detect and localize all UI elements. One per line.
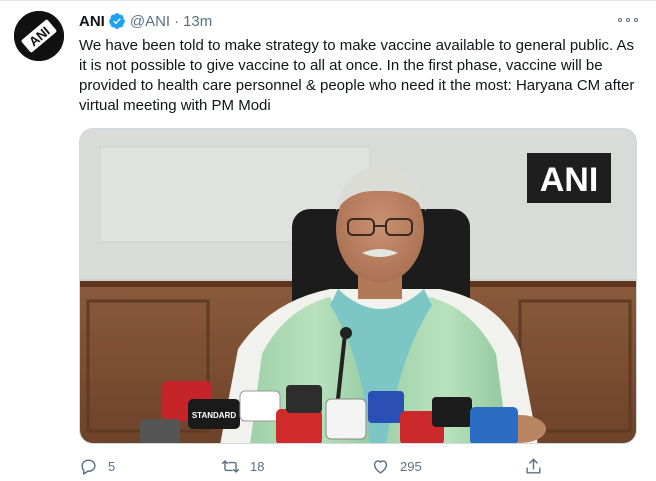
like-button[interactable]: 295 [371,457,422,476]
share-icon [526,458,541,474]
more-options-icon[interactable] [618,13,638,27]
ani-watermark: ANI [540,161,599,199]
tweet-actions: 5 18 295 [79,454,549,478]
tweet-card[interactable]: ANI ANI @ANI · 13m We have been told to … [0,0,656,481]
verified-badge-icon [108,12,126,30]
retweet-icon [221,459,240,473]
share-button[interactable] [524,457,543,476]
avatar[interactable]: ANI [14,11,64,61]
author-handle[interactable]: @ANI [130,13,170,30]
tweet-timestamp[interactable]: 13m [183,13,212,30]
retweet-count: 18 [250,458,265,474]
reply-icon [81,458,96,475]
reply-button[interactable]: 5 [79,457,115,476]
like-count: 295 [400,458,422,474]
tweet-header: ANI @ANI · 13m [79,11,212,31]
mic-label: STANDARD [192,411,237,420]
tweet-text: We have been told to make strategy to ma… [79,37,635,114]
press-conference-photo: STANDARD ANI [80,129,636,443]
author-name[interactable]: ANI [79,13,105,30]
reply-count: 5 [108,458,116,474]
heart-icon [373,459,388,474]
tweet-media-image[interactable]: STANDARD ANI [79,128,637,444]
separator-dot: · [174,12,180,30]
ani-logo-icon: ANI [14,11,64,61]
retweet-button[interactable]: 18 [221,457,264,476]
